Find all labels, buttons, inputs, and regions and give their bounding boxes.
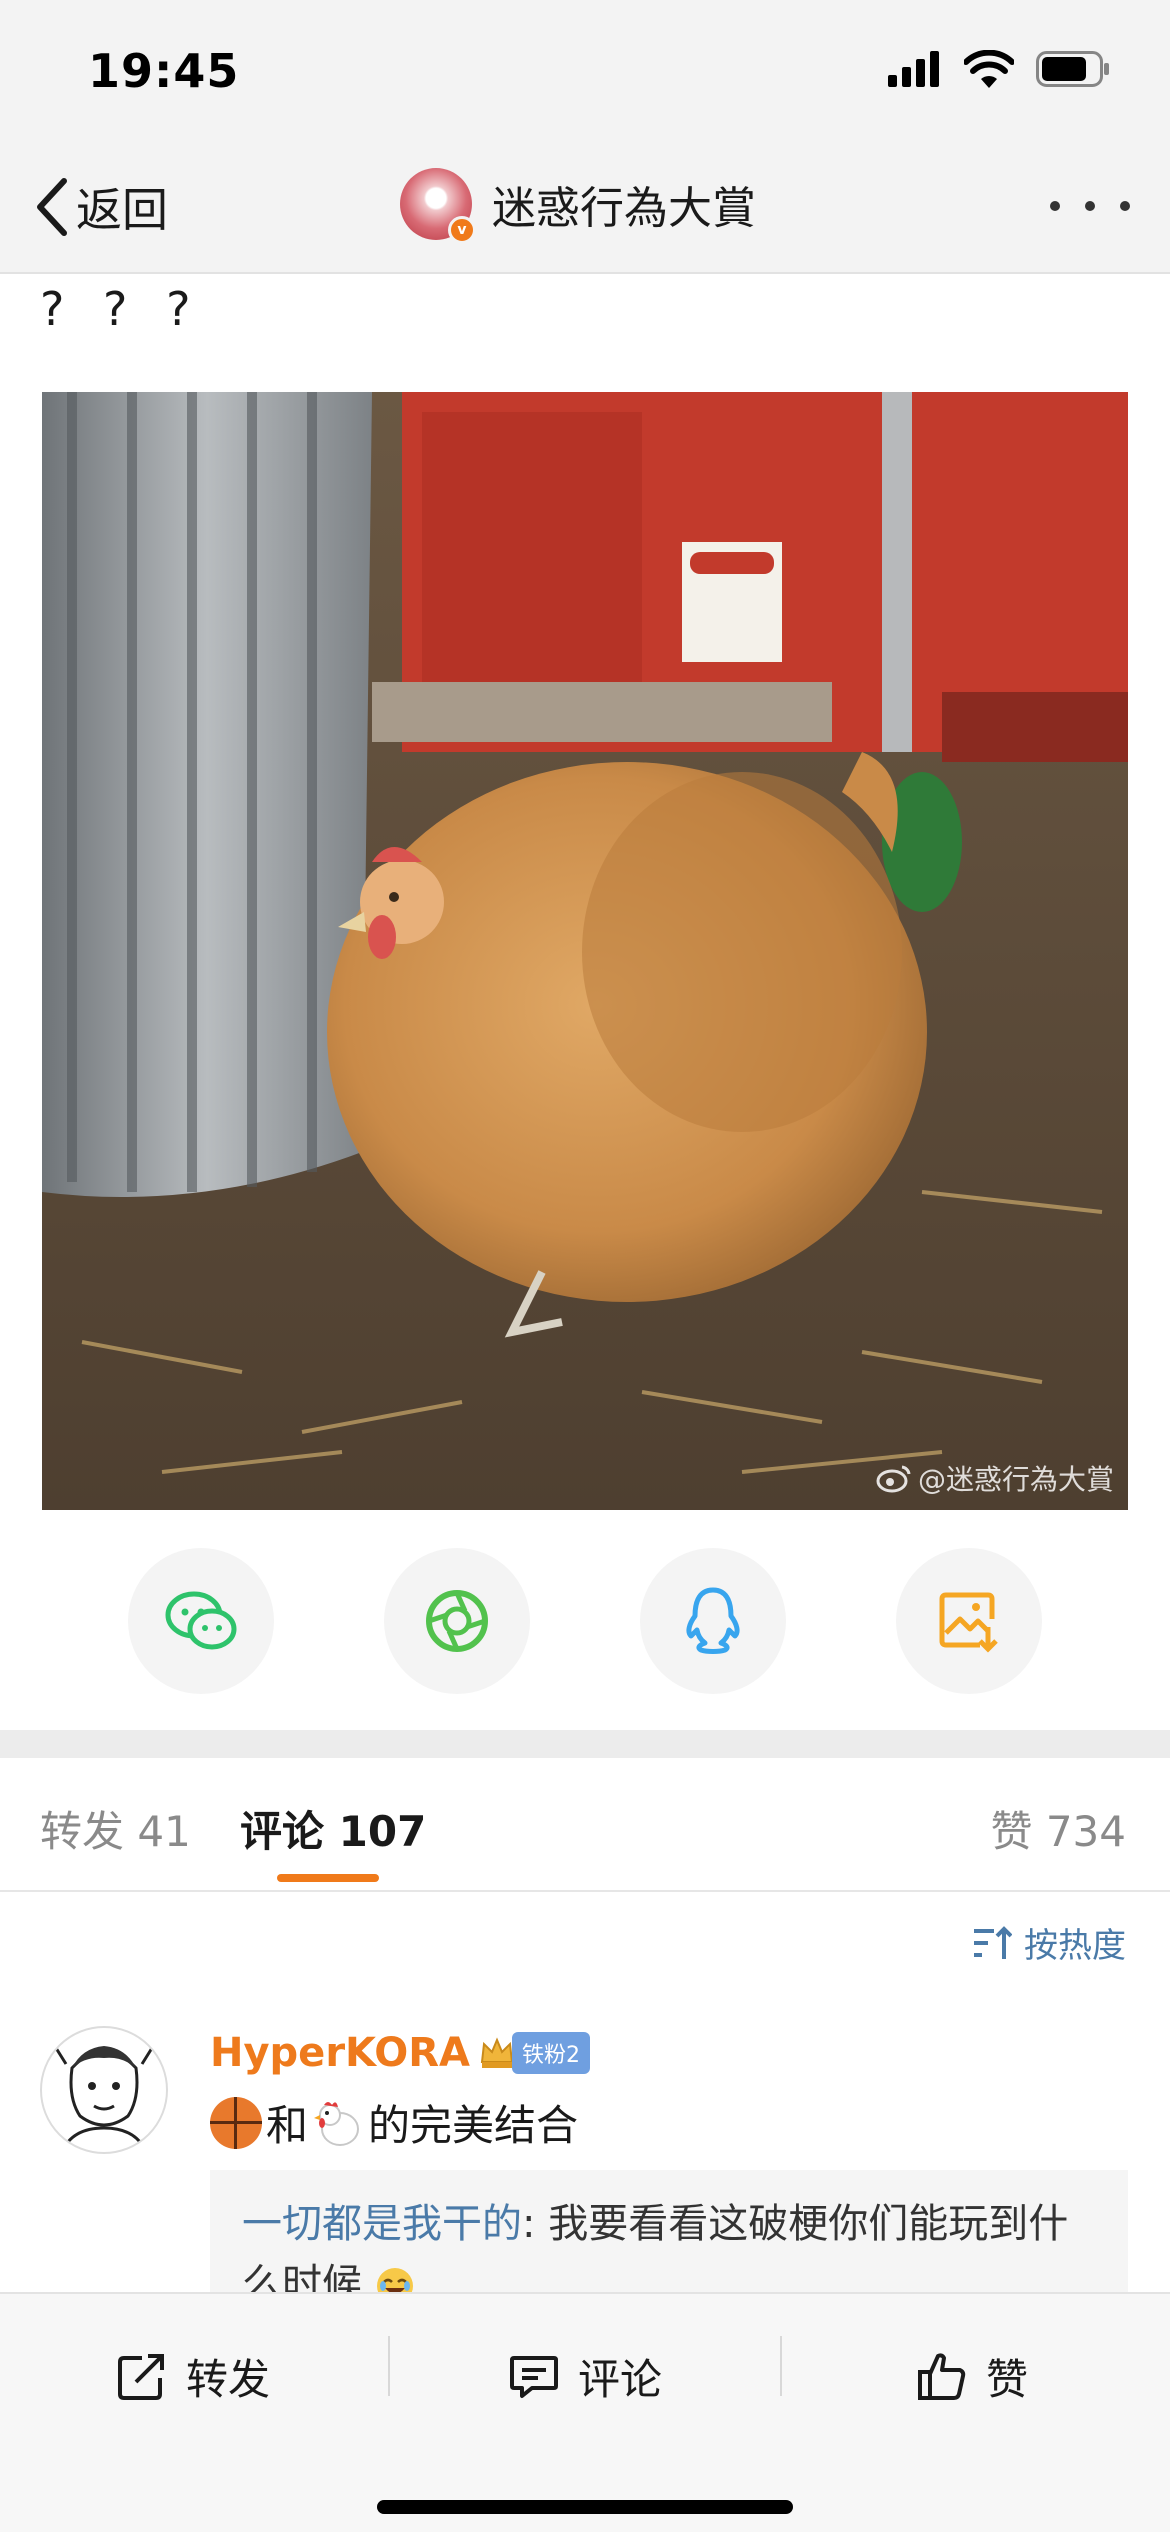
- nav-account[interactable]: v 迷惑行為大賞: [400, 168, 756, 244]
- reply-preview[interactable]: 一切都是我干的: 我要看看这破梗你们能玩到什么时候: [210, 2170, 1128, 2310]
- save-image-button[interactable]: [896, 1548, 1042, 1694]
- weibo-logo-icon: [876, 1465, 911, 1493]
- back-button[interactable]: 返回: [34, 170, 168, 244]
- fan-badge-label: 铁粉2: [512, 2032, 590, 2074]
- reply-separator: :: [522, 2201, 536, 2247]
- bottom-separator: [780, 2336, 782, 2396]
- commenter-avatar[interactable]: [40, 2026, 168, 2154]
- status-time: 19:45: [88, 44, 240, 98]
- repost-button[interactable]: 转发: [116, 2336, 270, 2416]
- nav-bar: 返回 v 迷惑行為大賞: [0, 140, 1170, 274]
- cellular-signal-icon: [888, 51, 939, 87]
- chicken-photo: [42, 392, 1128, 1510]
- home-indicator[interactable]: [377, 2500, 793, 2514]
- verified-badge-icon: v: [448, 216, 476, 244]
- battery-icon: [1036, 51, 1109, 87]
- status-icons: [888, 50, 1110, 88]
- comment-header: HyperKORA 铁粉2: [210, 2030, 590, 2076]
- status-bar: 19:45: [0, 0, 1170, 140]
- like-button[interactable]: 赞: [916, 2336, 1028, 2416]
- share-wechat-button[interactable]: [128, 1548, 274, 1694]
- share-moments-button[interactable]: [384, 1548, 530, 1694]
- wechat-icon: [165, 1591, 237, 1650]
- fan-badge: 铁粉2: [478, 2032, 590, 2074]
- comment-label: 评论: [578, 2354, 663, 2404]
- share-qq-button[interactable]: [640, 1548, 786, 1694]
- like-label: 赞: [986, 2354, 1029, 2404]
- moments-icon: [426, 1590, 488, 1652]
- wifi-icon: [964, 50, 1014, 88]
- comment-item: HyperKORA 铁粉2 和 的完美结合 一切都是我干的: 我要看看这破梗你们…: [0, 2022, 1170, 2310]
- comment-username[interactable]: HyperKORA: [210, 2030, 470, 2076]
- image-watermark: @迷惑行為大賞: [876, 1458, 1114, 1498]
- comment-button[interactable]: 评论: [508, 2336, 662, 2416]
- dot-icon: [1120, 201, 1130, 211]
- comment-text-mid: 和: [266, 2101, 309, 2150]
- share-row: [0, 1548, 1170, 1698]
- sort-icon: [974, 1925, 1012, 1959]
- tab-repost[interactable]: 转发 41: [40, 1798, 191, 1859]
- sort-button[interactable]: 按热度: [972, 1918, 1126, 1967]
- chevron-left-icon: [37, 178, 67, 236]
- avatar[interactable]: v: [400, 168, 476, 244]
- page-title: 迷惑行為大賞: [492, 183, 756, 234]
- crown-icon: [480, 2037, 514, 2068]
- active-tab-indicator: [277, 1874, 379, 1882]
- watermark-text: @迷惑行為大賞: [917, 1463, 1114, 1496]
- reply-username[interactable]: 一切都是我干的: [242, 2201, 522, 2247]
- chicken-icon: [314, 2101, 360, 2146]
- bottom-action-bar: 转发 评论 赞: [0, 2292, 1170, 2532]
- engagement-tabs: 转发 41 评论 107 赞 734: [0, 1758, 1170, 1892]
- bottom-separator: [388, 2336, 390, 2396]
- comment-text-end: 的完美结合: [368, 2101, 579, 2150]
- back-label: 返回: [76, 183, 168, 237]
- dot-icon: [1050, 201, 1060, 211]
- dot-icon: [1085, 201, 1095, 211]
- section-divider: [0, 1730, 1170, 1758]
- basketball-icon: [210, 2096, 262, 2149]
- post-text: ? ? ?: [40, 282, 203, 336]
- save-image-icon: [939, 1592, 998, 1653]
- sort-label: 按热度: [1024, 1926, 1126, 1966]
- thumbs-up-icon: [918, 2353, 966, 2400]
- tab-like[interactable]: 赞 734: [990, 1798, 1126, 1859]
- comment-text: 和 的完美结合: [210, 2092, 578, 2153]
- sketch-portrait-icon: [54, 2046, 154, 2152]
- tab-comment[interactable]: 评论 107: [240, 1798, 426, 1859]
- qq-icon: [686, 1587, 740, 1654]
- repost-label: 转发: [186, 2354, 271, 2404]
- more-options-button[interactable]: [1050, 186, 1130, 226]
- share-out-icon: [118, 2354, 164, 2400]
- comment-bubble-icon: [510, 2356, 558, 2398]
- post-image[interactable]: @迷惑行為大賞: [42, 392, 1128, 1510]
